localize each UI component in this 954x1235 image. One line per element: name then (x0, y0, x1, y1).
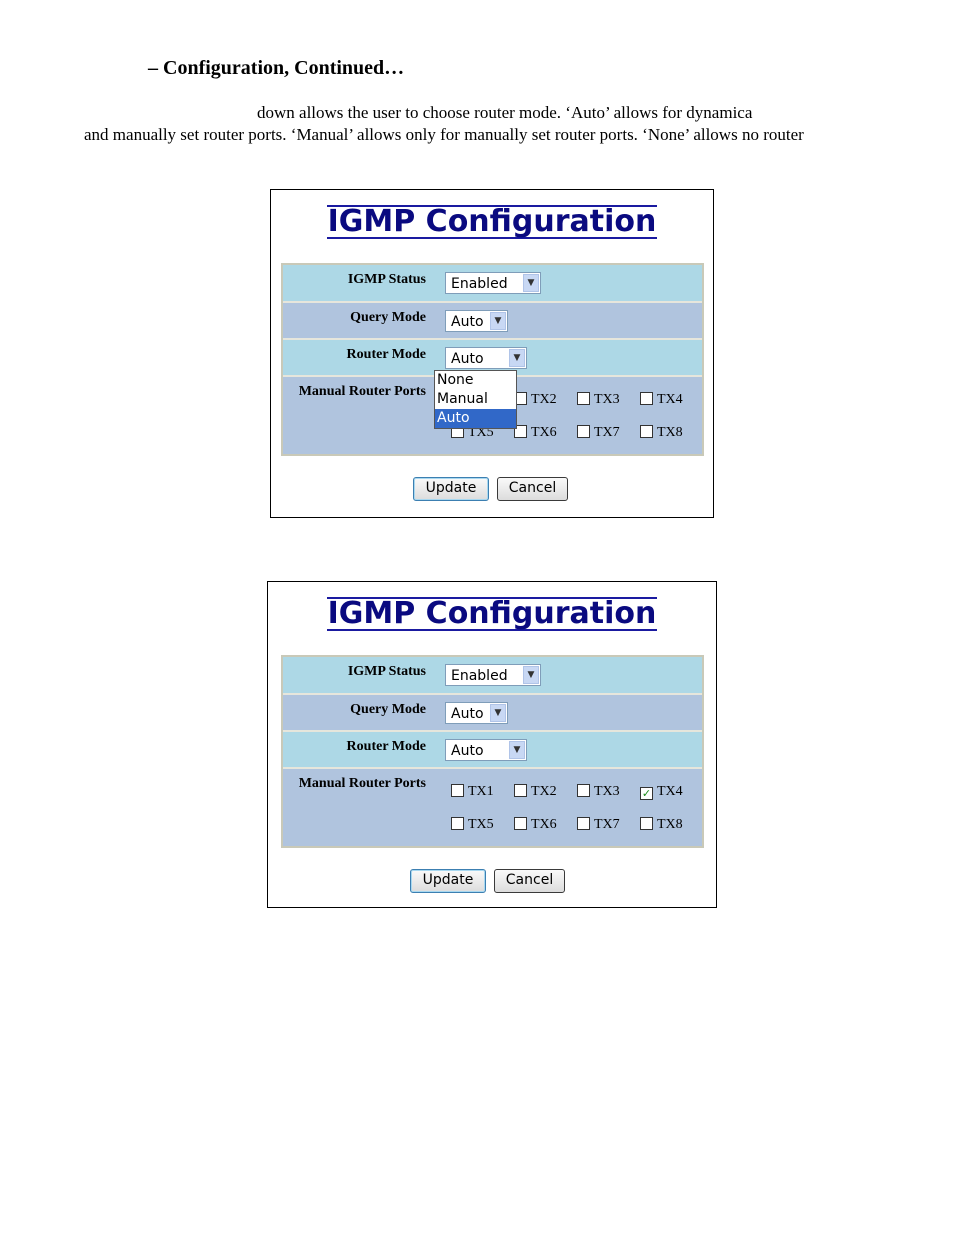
chevron-down-icon[interactable]: ▼ (523, 274, 539, 292)
port-checkbox-tx1[interactable]: TX1 (451, 784, 494, 800)
router-mode-select[interactable]: Auto ▼ (445, 347, 527, 369)
igmp-status-select[interactable]: Enabled ▼ (445, 272, 541, 294)
port-label: TX8 (657, 425, 683, 440)
label: Router Mode (346, 739, 426, 754)
checkbox-icon[interactable] (640, 392, 653, 405)
cancel-button[interactable]: Cancel (494, 869, 565, 893)
chevron-down-icon[interactable]: ▼ (490, 312, 506, 330)
port-label: TX5 (468, 817, 494, 832)
row-manual-router-ports: Manual Router Ports TX1 TX2 TX3 ✓ TX4 TX5 TX6 TX… (283, 769, 702, 846)
port-checkbox-tx3[interactable]: TX3 (577, 784, 620, 800)
checkbox-icon[interactable] (577, 784, 590, 797)
label: IGMP Status (347, 664, 426, 679)
dropdown-option-manual[interactable]: Manual (435, 390, 516, 409)
checkbox-icon[interactable] (451, 817, 464, 830)
port-checkbox-tx3[interactable]: TX3 (577, 392, 620, 408)
port-checkbox-tx7[interactable]: TX7 (577, 425, 620, 441)
port-checkbox-tx8[interactable]: TX8 (640, 817, 683, 833)
igmp-status-select[interactable]: Enabled ▼ (445, 664, 541, 686)
port-checkbox-tx4[interactable]: TX4 (640, 392, 683, 408)
row-query-mode: Query Mode Auto ▼ (283, 303, 702, 338)
chevron-down-icon[interactable]: ▼ (523, 666, 539, 684)
paragraph-line: down allows the user to choose router mo… (257, 103, 753, 122)
port-label: TX6 (531, 425, 557, 440)
update-button[interactable]: Update (413, 477, 489, 501)
port-label: TX8 (657, 817, 683, 832)
panel-title: IGMP Configuration (326, 204, 658, 239)
label: IGMP Status (347, 272, 426, 287)
checkbox-icon[interactable]: ✓ (640, 787, 653, 800)
label: Manual Router Ports (298, 776, 426, 791)
port-checkbox-tx7[interactable]: TX7 (577, 817, 620, 833)
chevron-down-icon[interactable]: ▼ (509, 741, 525, 759)
port-label: TX3 (594, 392, 620, 407)
query-mode-select[interactable]: Auto ▼ (445, 702, 508, 724)
row-igmp-status: IGMP Status Enabled ▼ (283, 657, 702, 693)
port-label: TX4 (657, 392, 683, 407)
config-table: IGMP Status Enabled ▼ Query Mode Auto ▼ Rout… (281, 655, 704, 848)
checkbox-icon[interactable] (577, 817, 590, 830)
port-checkbox-tx2[interactable]: TX2 (514, 392, 557, 408)
row-igmp-status: IGMP Status Enabled ▼ (283, 265, 702, 301)
igmp-config-panel: IGMP Configuration IGMP Status Enabled ▼ Q… (270, 189, 714, 518)
paragraph-line: and manually set router ports. ‘Manual’ … (84, 125, 804, 144)
port-checkbox-tx6[interactable]: TX6 (514, 425, 557, 441)
section-heading: – Configuration, Continued… (148, 57, 405, 79)
label: Query Mode (350, 310, 426, 325)
update-button[interactable]: Update (410, 869, 486, 893)
port-checkbox-tx8[interactable]: TX8 (640, 425, 683, 441)
port-label: TX7 (594, 817, 620, 832)
router-mode-select[interactable]: Auto ▼ (445, 739, 527, 761)
label: Manual Router Ports (298, 384, 426, 399)
port-label: TX3 (594, 784, 620, 799)
dropdown-option-auto[interactable]: Auto (435, 409, 516, 428)
checkbox-icon[interactable] (577, 425, 590, 438)
checkbox-icon[interactable] (640, 817, 653, 830)
label: Router Mode (346, 347, 426, 362)
port-label: TX6 (531, 817, 557, 832)
row-query-mode: Query Mode Auto ▼ (283, 695, 702, 730)
port-checkbox-tx6[interactable]: TX6 (514, 817, 557, 833)
panel-title: IGMP Configuration (326, 596, 658, 631)
dropdown-option-none[interactable]: None (435, 371, 516, 390)
cancel-button[interactable]: Cancel (497, 477, 568, 501)
checkbox-icon[interactable] (577, 392, 590, 405)
checkbox-icon[interactable] (514, 817, 527, 830)
router-mode-dropdown-list[interactable]: None Manual Auto (434, 370, 517, 429)
port-label: TX4 (657, 784, 683, 799)
checkbox-icon[interactable] (451, 784, 464, 797)
port-checkbox-tx5[interactable]: TX5 (451, 817, 494, 833)
query-mode-select[interactable]: Auto ▼ (445, 310, 508, 332)
port-label: TX7 (594, 425, 620, 440)
port-label: TX2 (531, 392, 557, 407)
chevron-down-icon[interactable]: ▼ (490, 704, 506, 722)
igmp-config-panel: IGMP Configuration IGMP Status Enabled ▼ Q… (267, 581, 717, 908)
port-label: TX2 (531, 784, 557, 799)
checkbox-icon[interactable] (640, 425, 653, 438)
row-router-mode: Router Mode Auto ▼ (283, 732, 702, 767)
port-checkbox-tx4[interactable]: ✓ TX4 (640, 784, 683, 800)
label: Query Mode (350, 702, 426, 717)
port-checkbox-tx2[interactable]: TX2 (514, 784, 557, 800)
chevron-down-icon[interactable]: ▼ (509, 349, 525, 367)
checkbox-icon[interactable] (514, 784, 527, 797)
port-label: TX1 (468, 784, 494, 799)
